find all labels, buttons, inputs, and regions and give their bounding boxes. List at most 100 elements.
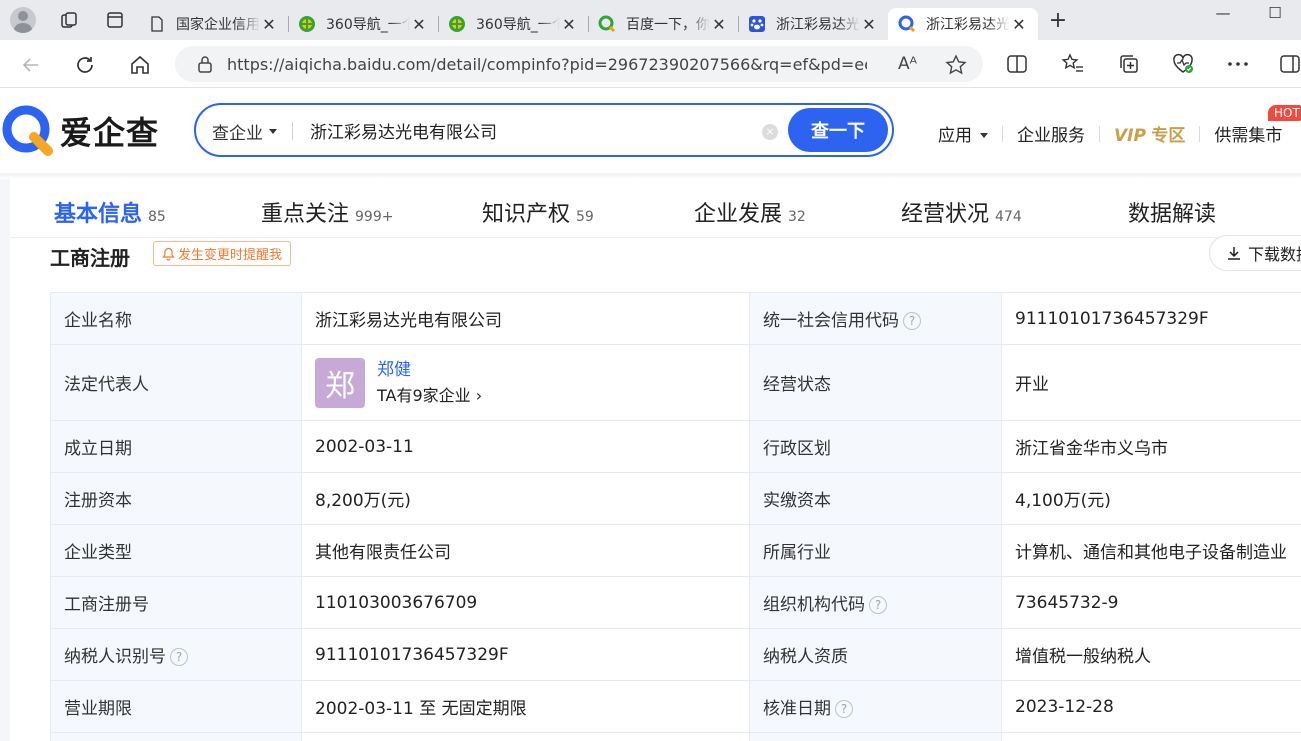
search-divider <box>292 122 293 140</box>
split-screen-button[interactable] <box>1004 51 1030 77</box>
browser-tab[interactable]: 国家企业信用信息公示系统 ✕ <box>138 8 288 40</box>
help-icon[interactable]: ? <box>835 700 853 718</box>
field-label: 营业期限 <box>50 680 302 733</box>
favorites-list-icon <box>1061 53 1083 72</box>
search-button[interactable]: 查一下 <box>788 108 888 152</box>
tab-close-button[interactable]: ✕ <box>560 15 578 34</box>
browser-tab-active[interactable]: 浙江彩易达光电有限公司 ✕ <box>888 8 1038 40</box>
tab-close-button[interactable]: ✕ <box>1010 15 1028 34</box>
clear-search-icon[interactable]: × <box>762 124 778 140</box>
nav-vip-zone[interactable]: VIP 专区 <box>1114 121 1185 146</box>
table-row <box>50 732 1301 741</box>
change-reminder-button[interactable]: 发生变更时提醒我 <box>153 241 292 266</box>
help-icon[interactable]: ? <box>869 596 887 614</box>
tab-close-button[interactable]: ✕ <box>260 15 278 34</box>
tab-label: 经营状况 <box>901 202 990 227</box>
tab-close-button[interactable]: ✕ <box>860 15 878 34</box>
table-row: 企业类型 其他有限责任公司 所属行业 计算机、通信和其他电子设备制造业 <box>50 524 1301 577</box>
tab-development[interactable]: 企业发展 32 <box>694 196 901 228</box>
tab-count: 59 <box>576 209 594 225</box>
refresh-icon <box>77 57 93 73</box>
minimize-icon[interactable]: — <box>1197 0 1249 40</box>
browser-tab[interactable]: 百度一下，你就知道 ✕ <box>588 8 738 40</box>
table-row: 法定代表人 郑 郑健 TA有9家企业 › 经营状态 开业 <box>50 344 1301 421</box>
read-aloud-icon[interactable]: Aᴬ <box>898 54 917 76</box>
header-nav: 应用 企业服务 VIP 专区 供需集市 <box>938 121 1282 146</box>
legal-rep-avatar[interactable]: 郑 <box>315 357 365 408</box>
legal-rep-companies-link[interactable]: TA有9家企业 › <box>377 383 482 409</box>
sidebar-toggle-button[interactable] <box>1277 51 1301 77</box>
tab-actions-icon <box>107 12 123 28</box>
credit-code-value: 91110101736457329F <box>1001 292 1301 345</box>
browser-tab[interactable]: 浙江彩易达光电有限公司 ✕ <box>738 8 888 40</box>
favorites-button[interactable] <box>1060 51 1086 77</box>
term-value: 2002-03-11 至 无固定期限 <box>301 680 750 733</box>
heart-pulse-icon <box>1173 53 1193 73</box>
help-icon[interactable]: ? <box>170 648 188 666</box>
new-tab-button[interactable]: + <box>1038 0 1078 40</box>
org-code-label: 组织机构代码 <box>763 595 865 615</box>
tab-basic-info[interactable]: 基本信息 85 <box>54 196 261 228</box>
tab-ip[interactable]: 知识产权 59 <box>482 196 694 228</box>
nav-separator <box>1099 125 1100 142</box>
field-label: 法定代表人 <box>50 344 302 421</box>
download-data-button[interactable]: 下载数据 <box>1209 235 1301 271</box>
field-label: 企业名称 <box>50 292 302 345</box>
back-button[interactable] <box>16 50 46 80</box>
tab-label: 企业发展 <box>694 202 783 227</box>
search-type-dropdown[interactable]: 查企业 <box>212 119 277 144</box>
workspaces-button[interactable] <box>46 0 92 40</box>
tab-operations[interactable]: 经营状况 474 <box>901 196 1128 228</box>
nav-apps[interactable]: 应用 <box>938 121 988 146</box>
field-label: 注册资本 <box>50 472 302 525</box>
workspaces-icon <box>61 12 77 28</box>
collections-button[interactable] <box>1116 51 1142 77</box>
site-header: 爱企查 查企业 × 查一下 应用 企业服务 VIP 专区 供需集市 HOT <box>0 89 1301 173</box>
tab-label: 基本信息 <box>54 202 143 227</box>
browser-essentials-button[interactable] <box>1170 51 1196 77</box>
field-label <box>749 732 1002 741</box>
field-label: 行政区划 <box>749 420 1002 473</box>
more-options-button[interactable] <box>1225 51 1251 77</box>
field-label: 核准日期? <box>749 680 1002 733</box>
tab-data-insight[interactable]: 数据解读 <box>1128 196 1228 228</box>
nav-enterprise-services[interactable]: 企业服务 <box>1017 121 1085 146</box>
address-bar[interactable]: https://aiqicha.baidu.com/detail/compinf… <box>175 46 983 82</box>
tab-count: 32 <box>788 209 806 225</box>
site-logo[interactable]: 爱企查 <box>0 103 159 159</box>
nav-supply-market[interactable]: 供需集市 <box>1214 121 1282 146</box>
tab-actions-button[interactable] <box>92 0 138 40</box>
refresh-button[interactable] <box>70 50 100 80</box>
aiqicha-icon <box>898 15 916 33</box>
nav-apps-label: 应用 <box>938 126 972 146</box>
table-row: 成立日期 2002-03-11 行政区划 浙江省金华市义乌市 <box>50 420 1301 473</box>
help-icon[interactable]: ? <box>903 312 921 330</box>
profile-button[interactable] <box>0 0 46 40</box>
tab-title: 百度一下，你就知道 <box>626 17 710 33</box>
tab-close-button[interactable]: ✕ <box>710 15 728 34</box>
tab-key-focus[interactable]: 重点关注 999+ <box>261 196 482 228</box>
document-icon <box>148 15 166 33</box>
credit-code-label: 统一社会信用代码 <box>763 311 899 331</box>
caret-down-icon <box>980 133 988 138</box>
tab-label: 数据解读 <box>1128 202 1217 227</box>
tabs-divider <box>10 237 1301 238</box>
business-registration-table: 企业名称 浙江彩易达光电有限公司 统一社会信用代码? 9111010173645… <box>50 292 1301 741</box>
home-button[interactable] <box>125 50 155 80</box>
home-icon <box>131 55 149 74</box>
legal-rep-name-link[interactable]: 郑健 <box>377 357 482 383</box>
maximize-icon[interactable]: ☐ <box>1249 0 1301 40</box>
table-row: 营业期限 2002-03-11 至 无固定期限 核准日期? 2023-12-28 <box>50 680 1301 733</box>
empty-cell <box>1001 732 1301 741</box>
favorite-star-icon[interactable] <box>945 54 967 76</box>
tab-label: 知识产权 <box>482 202 571 227</box>
industry-value: 计算机、通信和其他电子设备制造业 <box>1001 524 1301 577</box>
browser-tab-strip: 国家企业信用信息公示系统 ✕ 360导航_一个主页，整个世界 ✕ 360导航_一… <box>0 0 1301 40</box>
legal-representative-cell: 郑 郑健 TA有9家企业 › <box>301 344 750 421</box>
browser-tab[interactable]: 360导航_一个主页，整个世界 ✕ <box>438 8 588 40</box>
detail-tabs: 基本信息 85 重点关注 999+ 知识产权 59 企业发展 32 经营状况 474 数据… <box>54 196 1228 228</box>
search-input[interactable] <box>310 115 740 145</box>
tab-close-button[interactable]: ✕ <box>410 15 428 34</box>
browser-tab[interactable]: 360导航_一个主页，整个世界 ✕ <box>288 8 438 40</box>
download-icon <box>1228 247 1240 260</box>
